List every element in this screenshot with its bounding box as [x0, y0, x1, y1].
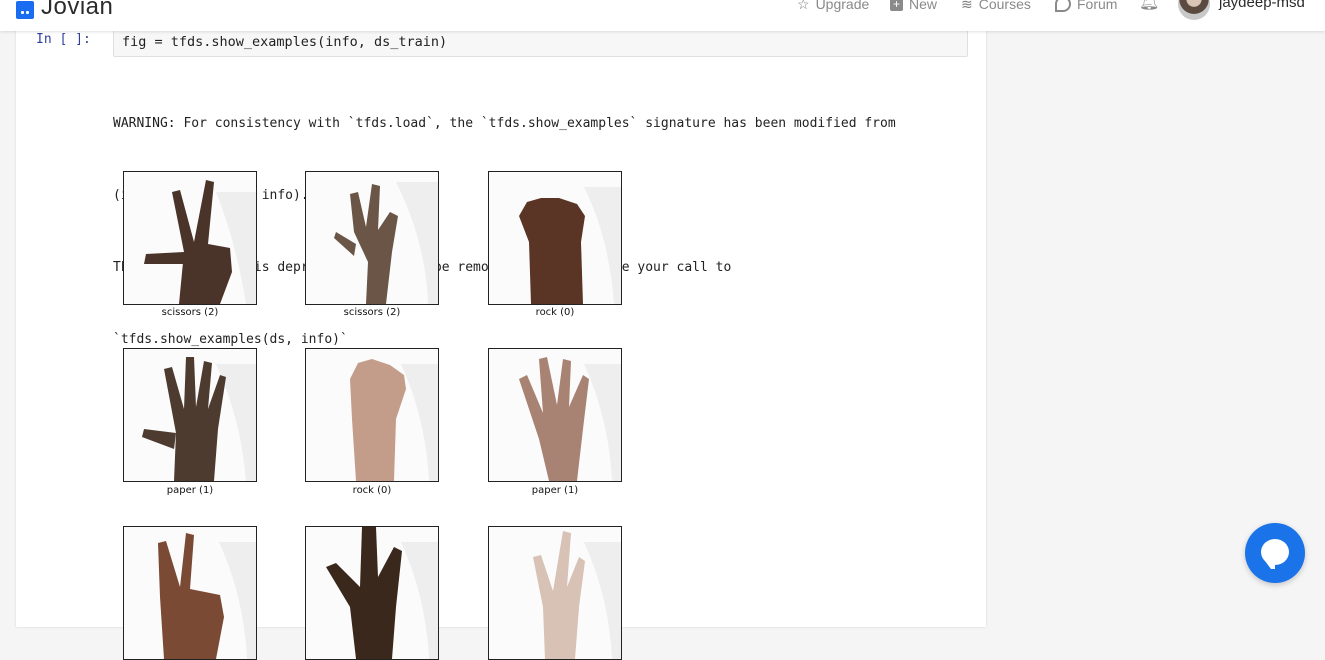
example-image — [305, 526, 439, 660]
cell-prompt: In [ ]: — [36, 32, 91, 47]
nav-forum[interactable]: D Forum — [1055, 0, 1117, 14]
code-cell[interactable]: fig = tfds.show_examples(info, ds_train) — [113, 28, 968, 57]
example-image — [305, 348, 439, 482]
brand-name: Jovian — [41, 0, 114, 20]
example-image — [488, 348, 622, 482]
nav-upgrade[interactable]: ☆ Upgrade — [797, 0, 869, 14]
nav-new-label: New — [909, 0, 938, 12]
nav-upgrade-label: Upgrade — [815, 0, 870, 12]
chat-widget-button[interactable] — [1245, 523, 1305, 583]
nav-courses[interactable]: ≋ Courses — [961, 0, 1031, 14]
example-caption: paper (1) — [166, 485, 214, 496]
example-caption: paper (1) — [531, 485, 579, 496]
plus-icon: + — [890, 0, 903, 11]
example-image — [305, 171, 439, 305]
courses-icon: ≋ — [961, 0, 973, 12]
nav-courses-label: Courses — [978, 0, 1031, 12]
code-text[interactable]: fig = tfds.show_examples(info, ds_train) — [122, 34, 447, 50]
example-caption: rock (0) — [535, 307, 575, 318]
example-image — [123, 171, 257, 305]
chat-bubble-icon — [1261, 539, 1289, 569]
bell-icon[interactable]: 🔔︎ — [1139, 0, 1159, 12]
example-caption: rock (0) — [352, 485, 392, 496]
warning-line: WARNING: For consistency with `tfds.load… — [113, 116, 896, 131]
jovian-logo-icon — [16, 1, 34, 19]
nav-forum-label: Forum — [1077, 0, 1118, 12]
example-image — [123, 348, 257, 482]
star-icon: ☆ — [797, 0, 810, 12]
nav-new[interactable]: + New — [890, 0, 937, 14]
example-image — [123, 526, 257, 660]
example-caption: scissors (2) — [343, 307, 401, 318]
jovian-logo[interactable]: Jovian — [16, 0, 114, 20]
username[interactable]: jaydeep-msd — [1219, 0, 1305, 11]
example-image — [488, 171, 622, 305]
example-image — [488, 526, 622, 660]
forum-icon: D — [1055, 0, 1071, 12]
avatar[interactable] — [1178, 0, 1210, 20]
top-navbar: Jovian ☆ Upgrade + New ≋ Courses D Forum… — [0, 0, 1325, 31]
example-caption: scissors (2) — [161, 307, 219, 318]
